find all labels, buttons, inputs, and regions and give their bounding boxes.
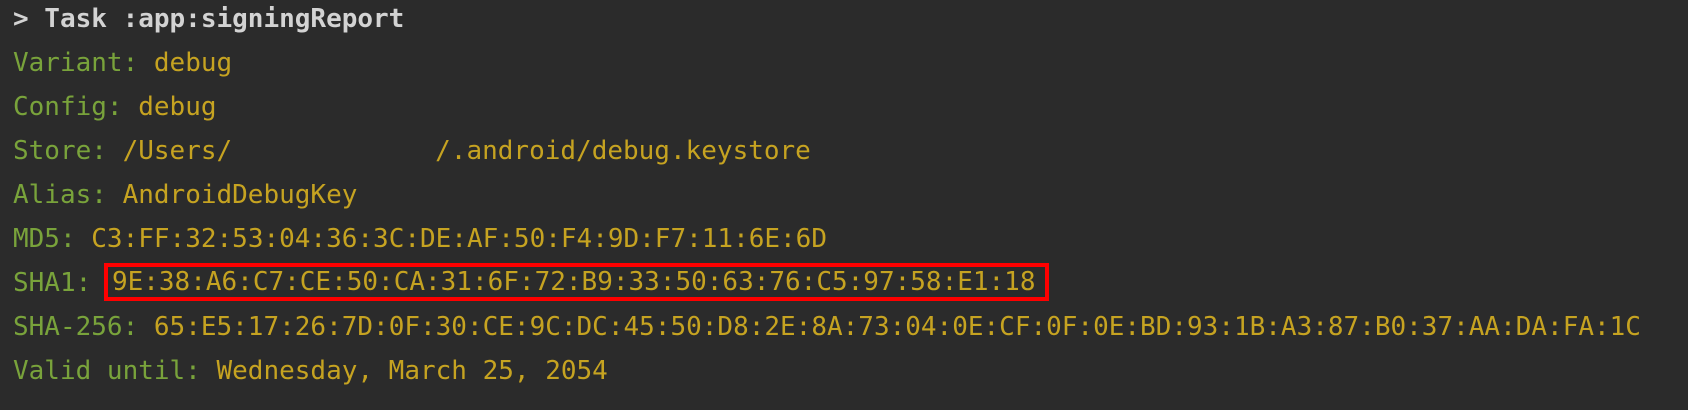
md5-line: MD5: C3:FF:32:53:04:36:3C:DE:AF:50:F4:9D… <box>13 217 1688 261</box>
config-value: debug <box>138 92 217 122</box>
sha1-label: SHA1: <box>13 268 92 298</box>
config-line: Config: debug <box>13 85 1688 129</box>
valid-until-value: Wednesday, March 25, 2054 <box>216 356 608 386</box>
store-label: Store: <box>13 136 107 166</box>
sha256-value: 65:E5:17:26:7D:0F:30:CE:9C:DC:45:50:D8:2… <box>153 312 1641 342</box>
variant-value: debug <box>153 48 233 78</box>
variant-label: Variant: <box>13 48 139 78</box>
md5-label: MD5: <box>13 224 76 254</box>
store-path-prefix: /Users/ <box>122 136 233 166</box>
variant-line: Variant: debug <box>13 41 1688 85</box>
sha256-line: SHA-256: 65:E5:17:26:7D:0F:30:CE:9C:DC:4… <box>13 305 1688 349</box>
task-header: > Task :app:signingReport <box>13 4 405 34</box>
config-label: Config: <box>13 92 123 122</box>
sha256-label: SHA-256: <box>13 312 139 342</box>
sha1-value: 9E:38:A6:C7:CE:50:CA:31:6F:72:B9:33:50:6… <box>111 267 1036 297</box>
sha1-line: SHA1: 9E:38:A6:C7:CE:50:CA:31:6F:72:B9:3… <box>13 261 1688 305</box>
alias-label: Alias: <box>13 180 107 210</box>
run-console-output: > Task :app:signingReport Variant: debug… <box>0 0 1688 407</box>
store-line: Store: /Users/ /.android/debug.keystore <box>13 129 1688 173</box>
alias-value: AndroidDebugKey <box>122 180 358 210</box>
alias-line: Alias: AndroidDebugKey <box>13 173 1688 217</box>
store-path-suffix: /.android/debug.keystore <box>435 136 811 166</box>
sha1-highlight-box: 9E:38:A6:C7:CE:50:CA:31:6F:72:B9:33:50:6… <box>103 263 1050 301</box>
valid-until-label: Valid until: <box>13 356 201 386</box>
valid-until-line: Valid until: Wednesday, March 25, 2054 <box>13 349 1688 393</box>
md5-value: C3:FF:32:53:04:36:3C:DE:AF:50:F4:9D:F7:1… <box>91 224 827 254</box>
